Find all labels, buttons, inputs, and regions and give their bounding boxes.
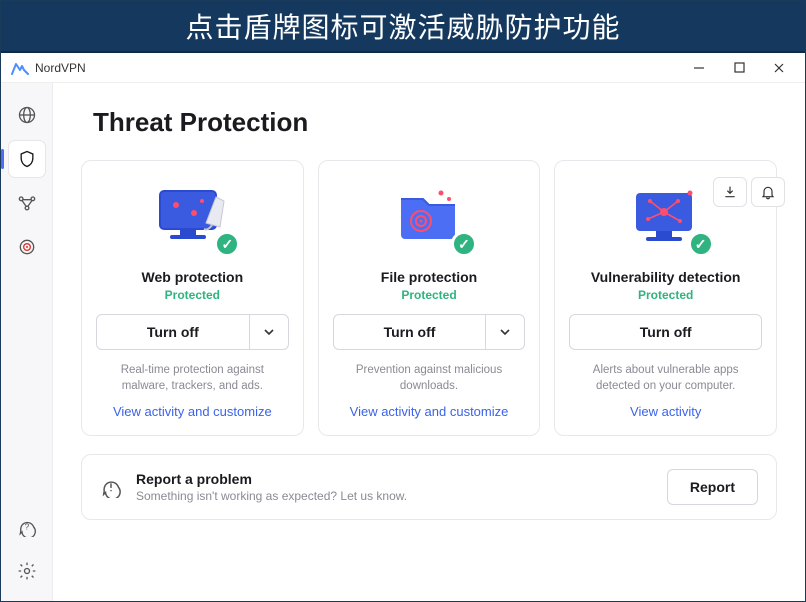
card-title: Vulnerability detection xyxy=(591,269,741,285)
page-title: Threat Protection xyxy=(93,107,777,138)
sidebar-item-globe[interactable] xyxy=(9,97,45,133)
sidebar-item-help[interactable]: ? xyxy=(9,509,45,545)
check-icon: ✓ xyxy=(451,231,477,257)
app-name: NordVPN xyxy=(35,61,86,75)
chevron-down-icon xyxy=(499,326,511,338)
turn-off-button[interactable]: Turn off xyxy=(96,314,249,350)
turn-off-button[interactable]: Turn off xyxy=(333,314,486,350)
web-protection-illustration: ✓ xyxy=(146,179,238,255)
instruction-banner: 点击盾牌图标可激活威胁防护功能 xyxy=(1,1,805,53)
turn-off-dropdown[interactable] xyxy=(485,314,525,350)
instruction-banner-text: 点击盾牌图标可激活威胁防护功能 xyxy=(185,6,620,46)
card-description: Real-time protection against malware, tr… xyxy=(96,362,289,394)
file-protection-illustration: ✓ xyxy=(383,179,475,255)
sidebar-item-settings[interactable] xyxy=(9,553,45,589)
card-web-protection: ✓ Web protection Protected Turn off Real… xyxy=(81,160,304,436)
card-description: Prevention against malicious downloads. xyxy=(333,362,526,394)
card-status: Protected xyxy=(401,288,456,302)
card-status: Protected xyxy=(165,288,220,302)
download-button[interactable] xyxy=(713,177,747,207)
window-maximize-button[interactable] xyxy=(719,54,759,82)
chat-icon xyxy=(100,476,122,498)
card-file-protection: ✓ File protection Protected Turn off Pre… xyxy=(318,160,541,436)
sidebar-item-threat-protection[interactable] xyxy=(9,141,45,177)
window-titlebar: NordVPN xyxy=(1,53,805,83)
view-activity-link[interactable]: View activity xyxy=(630,404,701,419)
notifications-button[interactable] xyxy=(751,177,785,207)
report-subtitle: Something isn't working as expected? Let… xyxy=(136,489,407,503)
turn-off-button[interactable]: Turn off xyxy=(569,314,762,350)
check-icon: ✓ xyxy=(688,231,714,257)
view-activity-link[interactable]: View activity and customize xyxy=(350,404,509,419)
chevron-down-icon xyxy=(263,326,275,338)
card-description: Alerts about vulnerable apps detected on… xyxy=(569,362,762,394)
report-title: Report a problem xyxy=(136,471,407,487)
window-close-button[interactable] xyxy=(759,54,799,82)
svg-text:?: ? xyxy=(24,522,29,532)
card-title: File protection xyxy=(381,269,477,285)
main-content: Threat Protection xyxy=(53,83,805,601)
sidebar-item-target[interactable] xyxy=(9,229,45,265)
sidebar: ? xyxy=(1,83,53,601)
card-status: Protected xyxy=(638,288,693,302)
vulnerability-detection-illustration: ✓ xyxy=(620,179,712,255)
report-problem-row: Report a problem Something isn't working… xyxy=(81,454,777,520)
card-title: Web protection xyxy=(142,269,244,285)
report-button[interactable]: Report xyxy=(667,469,758,505)
sidebar-item-meshnet[interactable] xyxy=(9,185,45,221)
protection-cards: ✓ Web protection Protected Turn off Real… xyxy=(81,160,777,436)
turn-off-dropdown[interactable] xyxy=(249,314,289,350)
view-activity-link[interactable]: View activity and customize xyxy=(113,404,272,419)
window-minimize-button[interactable] xyxy=(679,54,719,82)
app-logo-icon xyxy=(11,61,29,75)
